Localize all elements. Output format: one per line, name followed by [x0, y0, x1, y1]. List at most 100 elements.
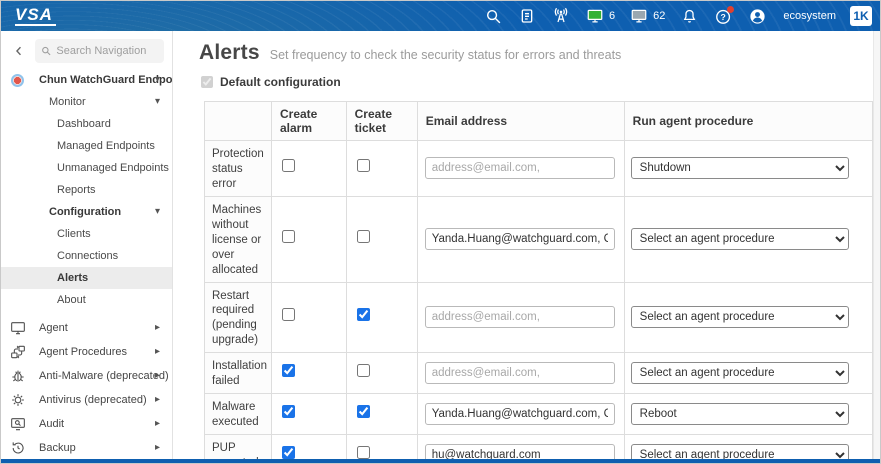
alert-type-label: Installation failed: [204, 352, 272, 395]
create-ticket-checkbox[interactable]: [356, 159, 370, 173]
vsa-logo: VSA: [15, 6, 56, 26]
table-header-row: Create alarm Create ticket Email address…: [204, 101, 873, 141]
email-input[interactable]: [424, 157, 615, 180]
sidebar-item-about[interactable]: About: [1, 289, 172, 311]
svg-text:?: ?: [720, 12, 725, 22]
agent-procedure-select[interactable]: Select an agent procedure: [630, 228, 849, 251]
email-input[interactable]: [424, 403, 615, 426]
sidebar-item-connections[interactable]: Connections: [1, 245, 172, 267]
create-alarm-checkbox[interactable]: [281, 364, 295, 378]
create-alarm-checkbox[interactable]: [281, 159, 295, 173]
alert-type-label: Machines without license or over allocat…: [204, 195, 272, 283]
offline-agents[interactable]: 62: [629, 6, 665, 26]
sidebar-item-dashboard[interactable]: Dashboard: [1, 113, 172, 135]
create-alarm-checkbox[interactable]: [281, 230, 295, 244]
sidebar-item-label: Unmanaged Endpoints: [57, 162, 169, 174]
help-icon[interactable]: ?: [713, 6, 735, 26]
sidebar-module-label: Backup: [39, 442, 76, 454]
search-icon[interactable]: [483, 6, 503, 26]
create-ticket-checkbox[interactable]: [356, 405, 370, 419]
username[interactable]: ecosystem: [783, 10, 836, 22]
email-input[interactable]: [424, 443, 615, 459]
sidebar-module-backup[interactable]: Backup ▸: [1, 436, 172, 459]
sidebar-item-unmanaged-endpoints[interactable]: Unmanaged Endpoints: [1, 157, 172, 179]
sidebar-item-label: Managed Endpoints: [57, 140, 155, 152]
sidebar-item-reports[interactable]: Reports: [1, 179, 172, 201]
create-alarm-checkbox[interactable]: [281, 308, 295, 322]
monitor-icon: [10, 320, 26, 336]
chevron-down-icon[interactable]: ▾: [155, 97, 160, 107]
sidebar-module-label: Agent: [39, 322, 68, 334]
sidebar-item-clients[interactable]: Clients: [1, 223, 172, 245]
sidebar-item-label: Clients: [57, 228, 91, 240]
chevron-right-icon[interactable]: ▸: [155, 323, 160, 333]
sidebar-item-managed-endpoints[interactable]: Managed Endpoints: [1, 135, 172, 157]
document-icon[interactable]: [517, 6, 537, 26]
table-row-malware-executed: Malware executed Reboot: [204, 393, 873, 435]
create-ticket-checkbox[interactable]: [356, 445, 370, 459]
table-row-machines-without-license: Machines without license or over allocat…: [204, 195, 873, 283]
sidebar-item-label: Configuration: [49, 206, 122, 218]
chevron-right-icon[interactable]: ▸: [155, 443, 160, 453]
table-row-restart-required: Restart required (pending upgrade) Selec…: [204, 281, 873, 354]
chevron-down-icon[interactable]: ▾: [155, 207, 160, 217]
sidebar-module-agent[interactable]: Agent ▸: [1, 316, 172, 340]
chevron-right-icon[interactable]: ▸: [155, 371, 160, 381]
bell-icon[interactable]: [679, 6, 699, 26]
monitor-online-icon: [585, 6, 605, 26]
alert-type-label: Restart required (pending upgrade): [204, 281, 272, 354]
sidebar-module-label: Agent Procedures: [39, 346, 128, 358]
chevron-right-icon[interactable]: ▸: [155, 395, 160, 405]
create-alarm-checkbox[interactable]: [281, 445, 295, 459]
agent-procedure-select[interactable]: Select an agent procedure: [630, 362, 849, 385]
kaseya-logo[interactable]: 1K: [850, 6, 872, 26]
avatar-icon[interactable]: [747, 6, 767, 26]
default-configuration-label: Default configuration: [220, 75, 341, 89]
column-header-run-agent-procedure: Run agent procedure: [623, 101, 873, 141]
create-ticket-checkbox[interactable]: [356, 230, 370, 244]
org-icon: [11, 73, 24, 87]
broadcast-icon[interactable]: [551, 6, 571, 26]
sidebar-module-audit[interactable]: Audit ▸: [1, 412, 172, 436]
sidebar-search[interactable]: [35, 39, 164, 63]
offline-count: 62: [653, 10, 666, 22]
agent-procedure-select[interactable]: Select an agent procedure: [630, 443, 849, 459]
sidebar-item-label: Dashboard: [57, 118, 111, 130]
sidebar-item-configuration[interactable]: Configuration ▾: [1, 201, 172, 223]
agent-procedure-select[interactable]: Reboot: [630, 403, 849, 426]
online-agents[interactable]: 6: [585, 6, 615, 26]
email-input[interactable]: [424, 362, 615, 385]
sidebar-module-label: Anti-Malware (deprecated): [39, 370, 169, 382]
create-ticket-checkbox[interactable]: [356, 308, 370, 322]
email-input[interactable]: [424, 306, 615, 329]
sidebar-item-alerts[interactable]: Alerts: [1, 267, 172, 289]
sidebar-item-label: Connections: [57, 250, 119, 262]
sidebar-item-monitor[interactable]: Monitor ▾: [1, 91, 172, 113]
default-configuration-checkbox[interactable]: [201, 76, 213, 88]
gear-icon: [10, 392, 26, 408]
sidebar-module-label: Audit: [39, 418, 65, 430]
sidebar-item-label: Chun WatchGuard Endpoint ...: [39, 74, 172, 86]
agent-procedure-select[interactable]: Select an agent procedure: [630, 306, 849, 329]
backup-history-icon: [10, 440, 26, 456]
alerts-table: Create alarm Create ticket Email address…: [204, 101, 873, 459]
chevron-right-icon[interactable]: ▸: [155, 419, 160, 429]
table-row-installation-failed: Installation failed Select an agent proc…: [204, 352, 873, 395]
sidebar-module-anti-malware[interactable]: Anti-Malware (deprecated) ▸: [1, 364, 172, 388]
vertical-scrollbar[interactable]: [873, 31, 880, 459]
collapse-sidebar-button[interactable]: [9, 41, 29, 61]
agent-procedure-select[interactable]: Shutdown: [630, 157, 849, 180]
sidebar-item-label: Alerts: [57, 272, 89, 284]
create-ticket-checkbox[interactable]: [356, 364, 370, 378]
chevron-down-icon[interactable]: ▾: [155, 75, 160, 85]
table-row-pup-executed: PUP executed Select an agent procedure: [204, 434, 873, 459]
create-alarm-checkbox[interactable]: [281, 405, 295, 419]
search-navigation-input[interactable]: [56, 45, 158, 57]
sidebar-item-org[interactable]: Chun WatchGuard Endpoint ... ▾: [1, 69, 172, 91]
email-input[interactable]: [424, 228, 615, 251]
chevron-right-icon[interactable]: ▸: [155, 347, 160, 357]
sidebar-module-agent-procedures[interactable]: Agent Procedures ▸: [1, 340, 172, 364]
sidebar-module-antivirus[interactable]: Antivirus (deprecated) ▸: [1, 388, 172, 412]
monitor-offline-icon: [629, 6, 649, 26]
bug-icon: [10, 368, 26, 384]
